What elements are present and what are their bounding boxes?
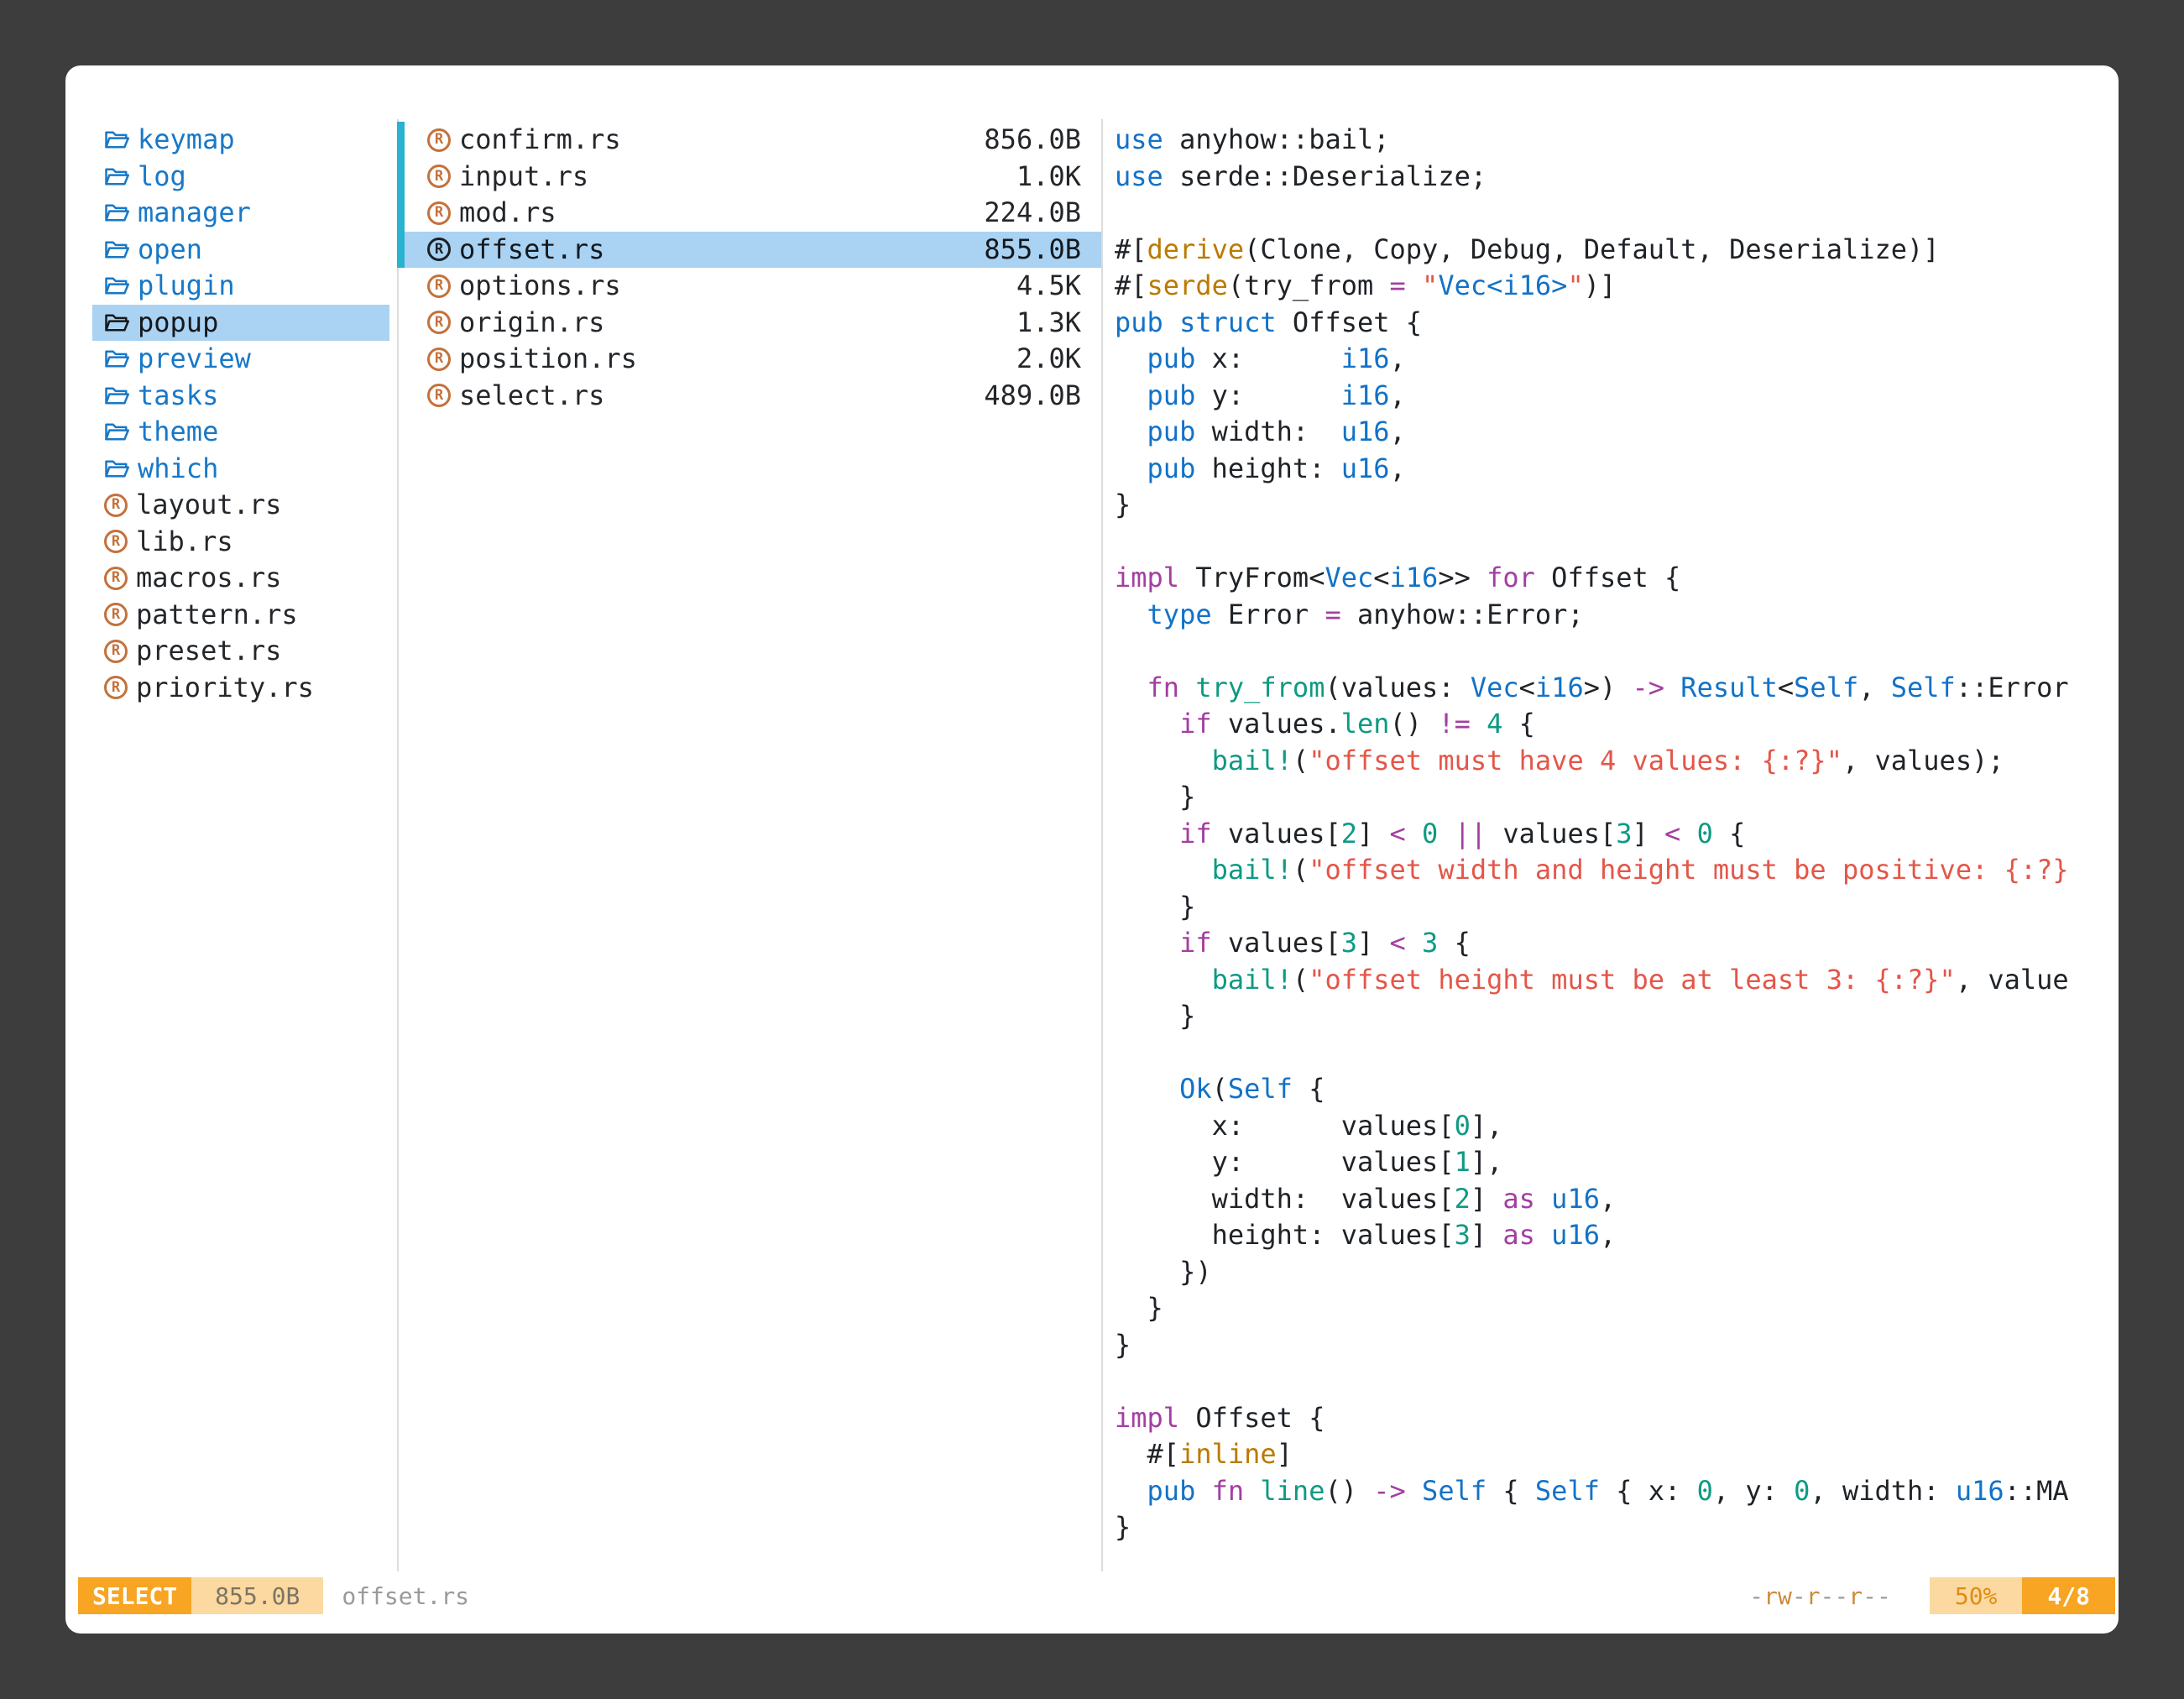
dir-entry-row[interactable]: R popup (92, 305, 389, 342)
rust-file-icon: R (427, 238, 451, 261)
rust-file-icon: R (427, 201, 451, 225)
rust-file-icon: R (427, 384, 451, 407)
rust-file-icon: R (104, 603, 128, 626)
entry-name: popup (138, 305, 218, 342)
folder-icon (104, 166, 129, 187)
file-size: 4.5K (1016, 268, 1081, 305)
entry-name: plugin (138, 268, 235, 305)
current-dir-panel: R confirm.rs 856.0B R input.rs 1.0K R mo… (397, 122, 1101, 414)
entry-name: preset.rs (136, 633, 281, 670)
dir-entry-row[interactable]: R tasks (92, 378, 389, 415)
folder-icon (104, 312, 129, 333)
cursor-position-badge: 4/8 (2022, 1577, 2115, 1614)
file-name: offset.rs (459, 232, 604, 269)
file-row[interactable]: R offset.rs 855.0B (397, 232, 1101, 269)
file-row[interactable]: R position.rs 2.0K (397, 341, 1101, 378)
entry-name: which (138, 451, 218, 488)
entry-name: pattern.rs (136, 597, 298, 634)
rust-file-icon: R (104, 567, 128, 590)
entry-name: lib.rs (136, 524, 233, 561)
folder-icon (104, 129, 129, 150)
rust-file-icon: R (427, 165, 451, 188)
entry-name: keymap (138, 122, 235, 159)
folder-icon (104, 202, 129, 223)
status-left: SELECT 855.0B offset.rs (78, 1577, 469, 1614)
dir-entry-row[interactable]: R manager (92, 195, 389, 232)
file-size: 1.0K (1016, 159, 1081, 196)
scroll-percent-badge: 50% (1930, 1577, 2023, 1614)
file-row[interactable]: R mod.rs 224.0B (397, 195, 1101, 232)
preview-panel[interactable]: use anyhow::bail;use serde::Deserialize;… (1115, 122, 2115, 1546)
dir-entry-row[interactable]: R log (92, 159, 389, 196)
file-list: R confirm.rs 856.0B R input.rs 1.0K R mo… (397, 122, 1101, 414)
folder-icon (104, 458, 129, 479)
file-row[interactable]: R origin.rs 1.3K (397, 305, 1101, 342)
file-size: 489.0B (984, 378, 1081, 415)
entry-name: preview (138, 341, 251, 378)
rust-file-icon: R (104, 530, 128, 553)
dir-entry-row[interactable]: R open (92, 232, 389, 269)
folder-icon (104, 348, 129, 369)
code-content: use anyhow::bail;use serde::Deserialize;… (1115, 122, 2115, 1546)
file-row[interactable]: R options.rs 4.5K (397, 268, 1101, 305)
file-size: 1.3K (1016, 305, 1081, 342)
rust-file-icon: R (427, 311, 451, 334)
dir-entry-row[interactable]: R lib.rs (92, 524, 389, 561)
file-size-badge: 855.0B (191, 1577, 323, 1614)
dir-entry-row[interactable]: R priority.rs (92, 670, 389, 707)
rust-file-icon: R (427, 128, 451, 152)
file-name: input.rs (459, 159, 588, 196)
panel-divider-right (1101, 119, 1103, 1571)
entry-name: open (138, 232, 202, 269)
rust-file-icon: R (104, 676, 128, 699)
folder-icon (104, 421, 129, 442)
file-name: options.rs (459, 268, 621, 305)
dir-entry-row[interactable]: R preview (92, 341, 389, 378)
entry-name: theme (138, 414, 218, 451)
dir-entry-row[interactable]: R layout.rs (92, 487, 389, 524)
entry-name: log (138, 159, 186, 196)
dir-entry-row[interactable]: R preset.rs (92, 633, 389, 670)
entry-name: priority.rs (136, 670, 314, 707)
file-name: select.rs (459, 378, 604, 415)
rust-file-icon: R (427, 274, 451, 298)
entry-name: tasks (138, 378, 218, 415)
file-size: 224.0B (984, 195, 1081, 232)
screen-background: R keymap R log (0, 0, 2184, 1699)
file-row[interactable]: R select.rs 489.0B (397, 378, 1101, 415)
entry-name: layout.rs (136, 487, 281, 524)
file-size: 856.0B (984, 122, 1081, 159)
dir-entry-row[interactable]: R theme (92, 414, 389, 451)
dir-entry-row[interactable]: R keymap (92, 122, 389, 159)
file-name: confirm.rs (459, 122, 621, 159)
file-name: mod.rs (459, 195, 556, 232)
parent-dir-list: R keymap R log (92, 122, 389, 706)
yazi-file-manager-window: R keymap R log (65, 65, 2119, 1634)
status-right: -rw-r--r-- 50% 4/8 (1749, 1577, 2115, 1614)
dir-entry-row[interactable]: R plugin (92, 268, 389, 305)
status-filename: offset.rs (342, 1582, 469, 1610)
file-row[interactable]: R confirm.rs 856.0B (397, 122, 1101, 159)
file-name: position.rs (459, 341, 637, 378)
dir-entry-row[interactable]: R pattern.rs (92, 597, 389, 634)
rust-file-icon: R (427, 348, 451, 371)
parent-dir-panel: R keymap R log (92, 122, 389, 706)
dir-entry-row[interactable]: R which (92, 451, 389, 488)
mode-badge: SELECT (78, 1577, 191, 1614)
folder-icon (104, 239, 129, 260)
file-row[interactable]: R input.rs 1.0K (397, 159, 1101, 196)
status-bar: SELECT 855.0B offset.rs -rw-r--r-- 50% 4… (78, 1577, 2115, 1614)
file-size: 2.0K (1016, 341, 1081, 378)
permissions-text: -rw-r--r-- (1749, 1582, 1891, 1610)
rust-file-icon: R (104, 640, 128, 663)
folder-icon (104, 385, 129, 406)
dir-entry-row[interactable]: R macros.rs (92, 560, 389, 597)
file-size: 855.0B (984, 232, 1081, 269)
entry-name: macros.rs (136, 560, 281, 597)
entry-name: manager (138, 195, 251, 232)
rust-file-icon: R (104, 494, 128, 517)
folder-icon (104, 275, 129, 296)
file-name: origin.rs (459, 305, 604, 342)
